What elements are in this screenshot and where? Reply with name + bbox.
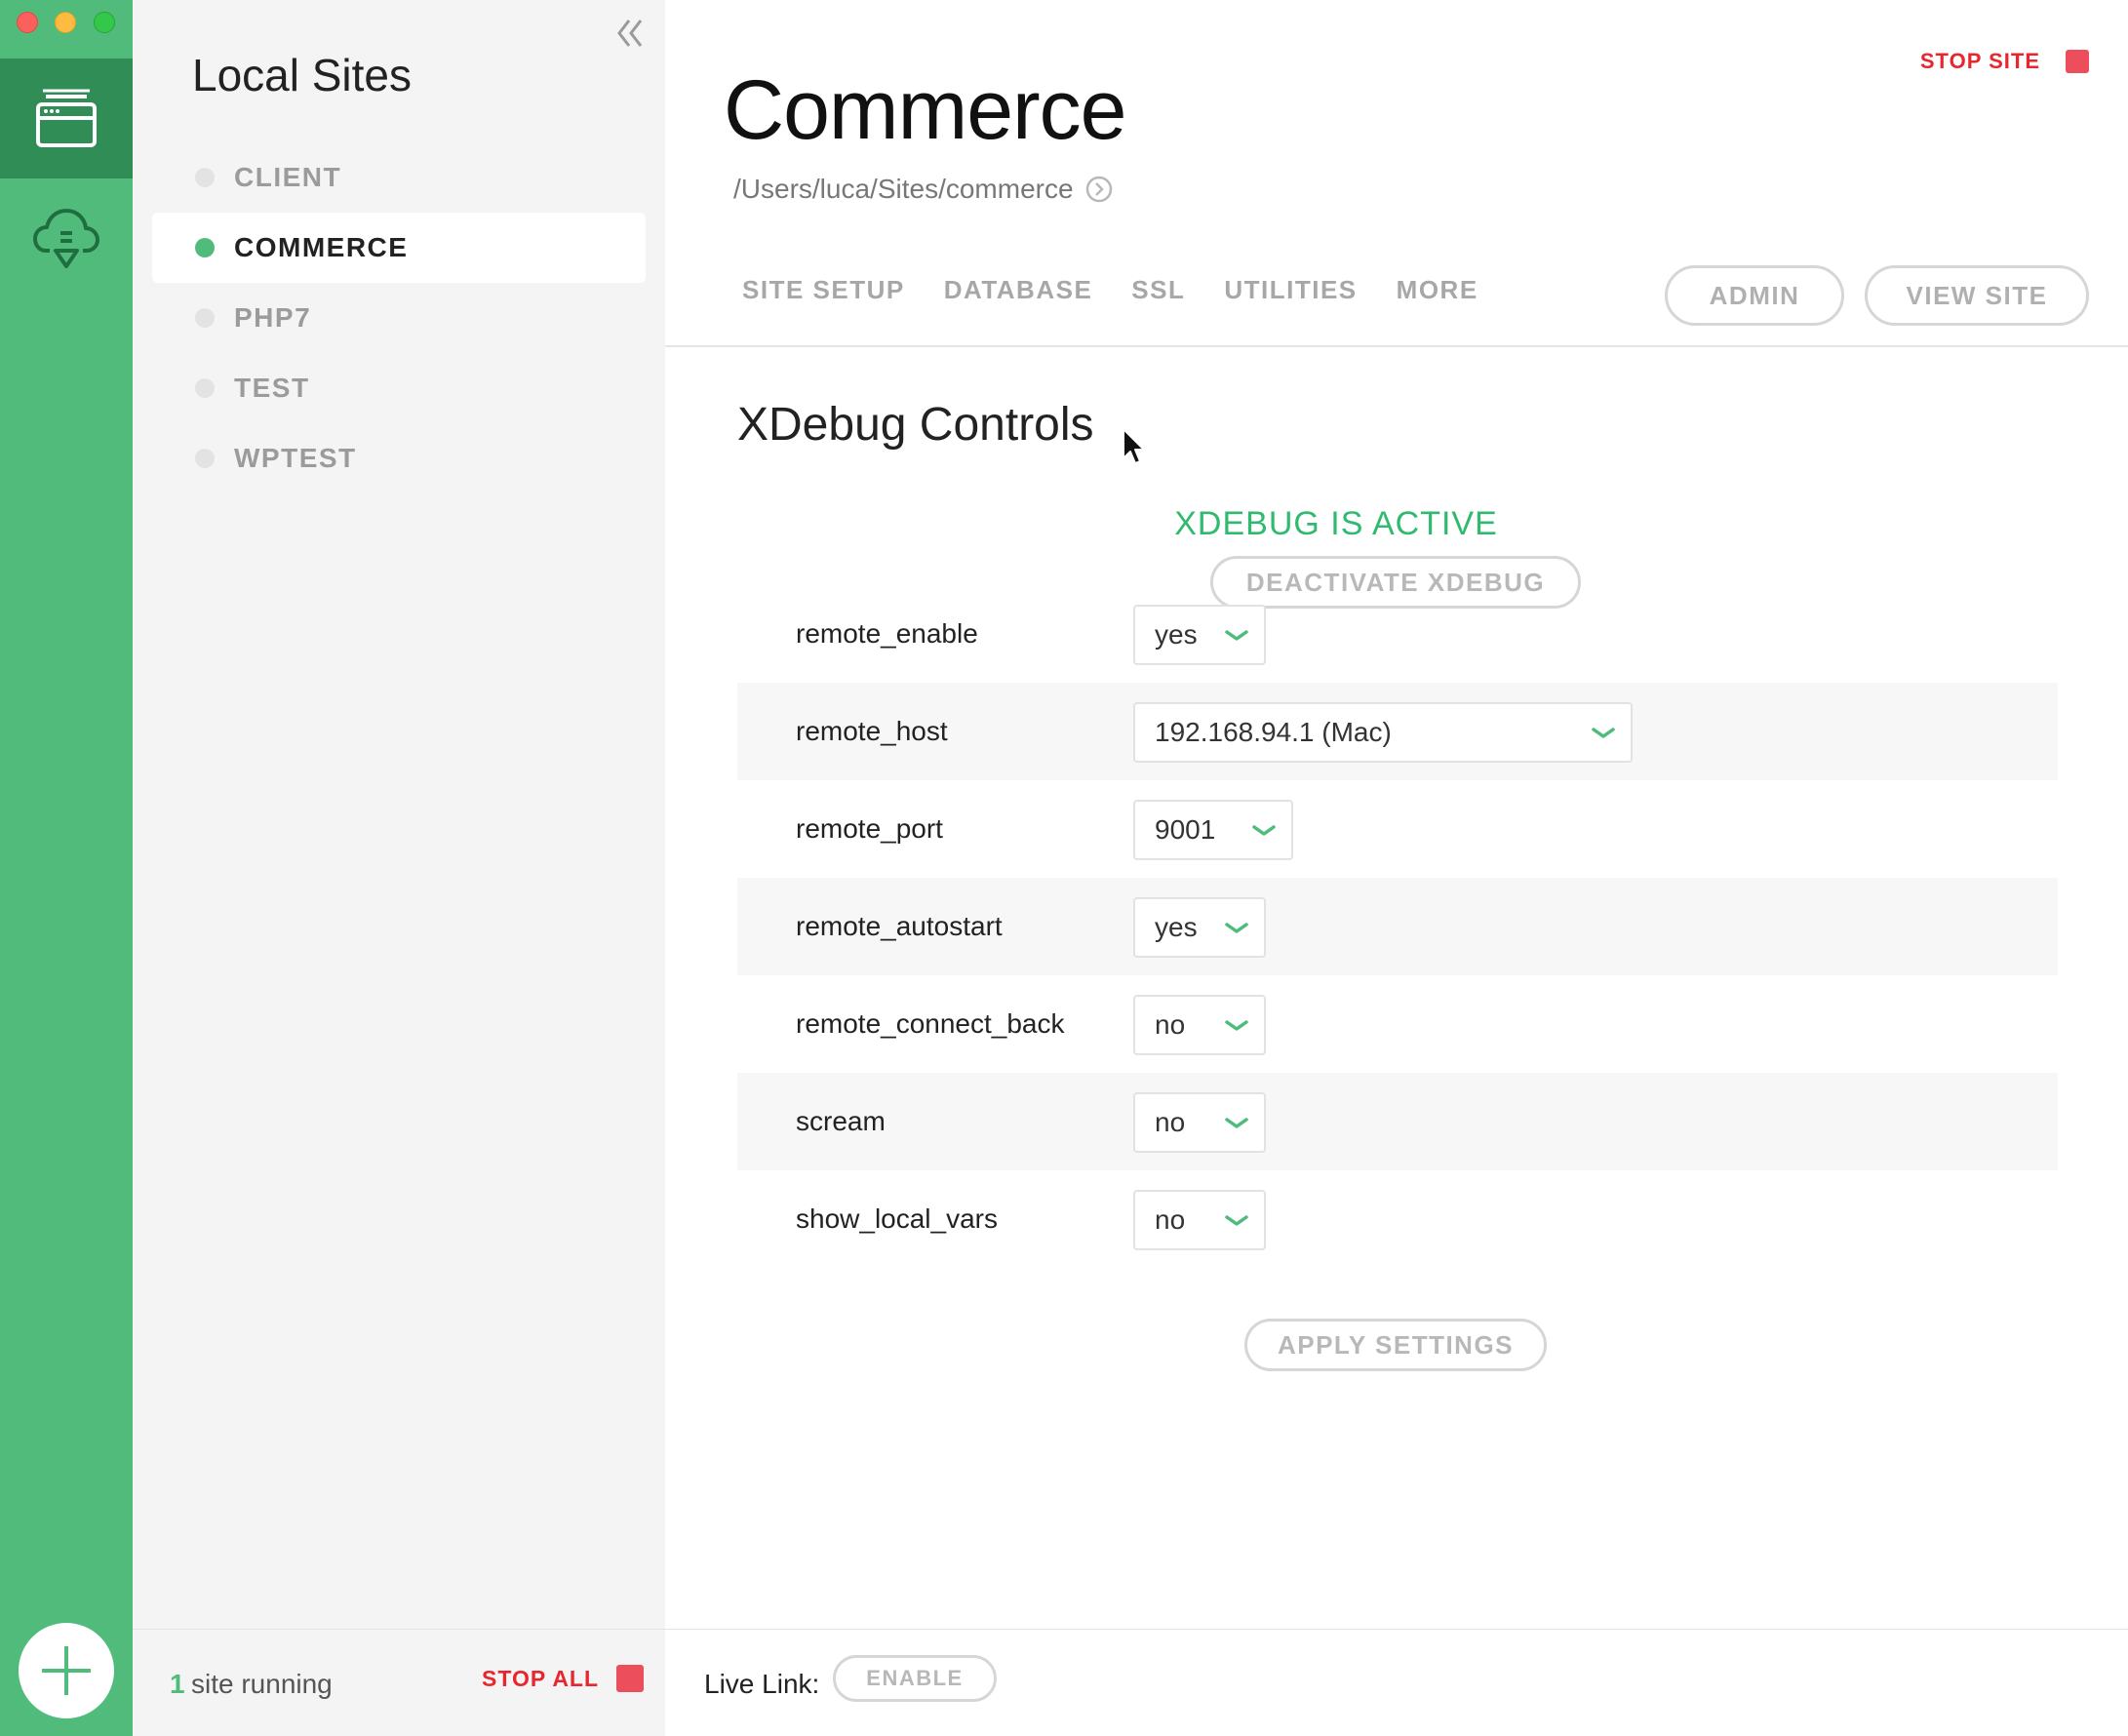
sidebar-title: Local Sites <box>192 50 413 100</box>
running-sites-count: 1 <box>170 1669 185 1699</box>
site-item-commerce[interactable]: COMMERCE <box>152 213 646 283</box>
sites-icon <box>36 89 97 147</box>
rail-item-import[interactable] <box>0 190 133 288</box>
chevron-down-icon <box>1252 825 1276 836</box>
site-status-dot <box>195 378 215 398</box>
chevron-down-icon <box>1225 1215 1248 1226</box>
xdebug-status: XDEBUG IS ACTIVE <box>665 505 2128 543</box>
mouse-cursor-icon <box>1123 428 1145 464</box>
section-title: XDebug Controls <box>737 399 1094 451</box>
select-value: yes <box>1155 619 1198 650</box>
tab-utilities[interactable]: UTILITIES <box>1224 275 1357 305</box>
tab-database[interactable]: DATABASE <box>944 275 1093 305</box>
site-path: /Users/luca/Sites/commerce <box>733 174 1113 205</box>
xdebug-status-text: XDEBUG IS ACTIVE <box>1174 505 1498 542</box>
remote-port-select[interactable]: 9001 <box>1133 800 1293 860</box>
stop-site-button[interactable]: STOP SITE <box>1920 49 2089 74</box>
setting-label: remote_port <box>796 813 943 844</box>
collapse-sidebar-icon[interactable] <box>612 16 648 51</box>
setting-label: remote_host <box>796 716 948 746</box>
select-value: no <box>1155 1107 1186 1137</box>
view-site-button[interactable]: VIEW SITE <box>1865 265 2089 326</box>
setting-row-scream: scream no <box>737 1073 2058 1170</box>
chevron-down-icon <box>1225 630 1248 641</box>
enable-live-link-button[interactable]: ENABLE <box>833 1655 997 1702</box>
stop-all-button[interactable]: STOP ALL <box>482 1665 645 1692</box>
site-label: PHP7 <box>234 302 312 333</box>
apply-settings-button[interactable]: APPLY SETTINGS <box>1244 1319 1547 1371</box>
site-label: CLIENT <box>234 162 342 192</box>
site-path-text: /Users/luca/Sites/commerce <box>733 174 1074 204</box>
site-label: TEST <box>234 373 310 403</box>
site-item-wptest[interactable]: WPTEST <box>152 423 646 493</box>
cloud-download-icon <box>33 209 99 268</box>
chevron-down-icon <box>1225 923 1248 933</box>
site-tabs: SITE SETUP DATABASE SSL UTILITIES MORE <box>742 275 1517 305</box>
select-value: 9001 <box>1155 814 1216 845</box>
site-item-test[interactable]: TEST <box>152 353 646 423</box>
stop-all-label: STOP ALL <box>482 1665 600 1691</box>
tab-site-setup[interactable]: SITE SETUP <box>742 275 905 305</box>
select-value: no <box>1155 1204 1186 1235</box>
scream-select[interactable]: no <box>1133 1092 1266 1153</box>
site-item-client[interactable]: CLIENT <box>152 142 646 213</box>
setting-label: scream <box>796 1106 886 1136</box>
window-close-button[interactable] <box>17 12 38 33</box>
app-rail <box>0 0 133 1736</box>
setting-label: remote_autostart <box>796 911 1003 941</box>
stop-square-icon <box>616 1665 645 1692</box>
window-maximize-button[interactable] <box>94 12 115 33</box>
setting-label: remote_enable <box>796 618 978 649</box>
chevron-down-icon <box>1225 1020 1248 1031</box>
chevron-down-icon <box>1592 728 1615 738</box>
show-local-vars-select[interactable]: no <box>1133 1190 1266 1250</box>
remote-enable-select[interactable]: yes <box>1133 605 1266 665</box>
site-list: CLIENT COMMERCE PHP7 TEST WPTEST <box>152 142 646 493</box>
site-status-dot <box>195 238 215 257</box>
stop-square-icon <box>2066 50 2089 73</box>
sites-sidebar: Local Sites CLIENT COMMERCE PHP7 TEST WP… <box>133 0 665 1736</box>
tabs-divider <box>665 345 2128 347</box>
stop-site-label: STOP SITE <box>1919 49 2040 73</box>
setting-row-remote-autostart: remote_autostart yes <box>737 878 2058 975</box>
site-label: WPTEST <box>234 443 357 473</box>
tab-ssl[interactable]: SSL <box>1131 275 1185 305</box>
sidebar-footer: 1 site running STOP ALL <box>133 1629 665 1736</box>
reveal-in-finder-icon[interactable] <box>1085 176 1113 203</box>
main-footer: Live Link: ENABLE <box>665 1629 2128 1736</box>
admin-button[interactable]: ADMIN <box>1665 265 1844 326</box>
remote-autostart-select[interactable]: yes <box>1133 897 1266 958</box>
site-title: Commerce <box>724 63 1127 157</box>
select-value: 192.168.94.1 (Mac) <box>1155 717 1392 747</box>
setting-row-remote-host: remote_host 192.168.94.1 (Mac) <box>737 683 2058 780</box>
site-status-dot <box>195 168 215 187</box>
add-site-button[interactable] <box>19 1623 114 1718</box>
chevron-down-icon <box>1225 1118 1248 1128</box>
setting-row-remote-enable: remote_enable yes <box>737 585 2058 683</box>
setting-row-remote-connect-back: remote_connect_back no <box>737 975 2058 1073</box>
live-link-label: Live Link: <box>704 1669 820 1699</box>
window-minimize-button[interactable] <box>55 12 76 33</box>
main-panel: STOP SITE Commerce /Users/luca/Sites/com… <box>665 0 2128 1736</box>
rail-item-sites[interactable] <box>0 59 133 178</box>
plus-icon <box>42 1646 91 1695</box>
tab-more[interactable]: MORE <box>1397 275 1478 305</box>
remote-host-select[interactable]: 192.168.94.1 (Mac) <box>1133 702 1633 763</box>
site-status-dot <box>195 449 215 468</box>
site-label: COMMERCE <box>234 232 409 262</box>
select-value: yes <box>1155 912 1198 942</box>
site-status-dot <box>195 308 215 328</box>
setting-row-remote-port: remote_port 9001 <box>737 780 2058 878</box>
setting-label: show_local_vars <box>796 1203 998 1234</box>
running-sites-text: site running <box>191 1669 333 1699</box>
remote-connect-back-select[interactable]: no <box>1133 995 1266 1055</box>
setting-label: remote_connect_back <box>796 1008 1065 1039</box>
setting-row-show-local-vars: show_local_vars no <box>737 1170 2058 1268</box>
select-value: no <box>1155 1009 1186 1040</box>
site-item-php7[interactable]: PHP7 <box>152 283 646 353</box>
